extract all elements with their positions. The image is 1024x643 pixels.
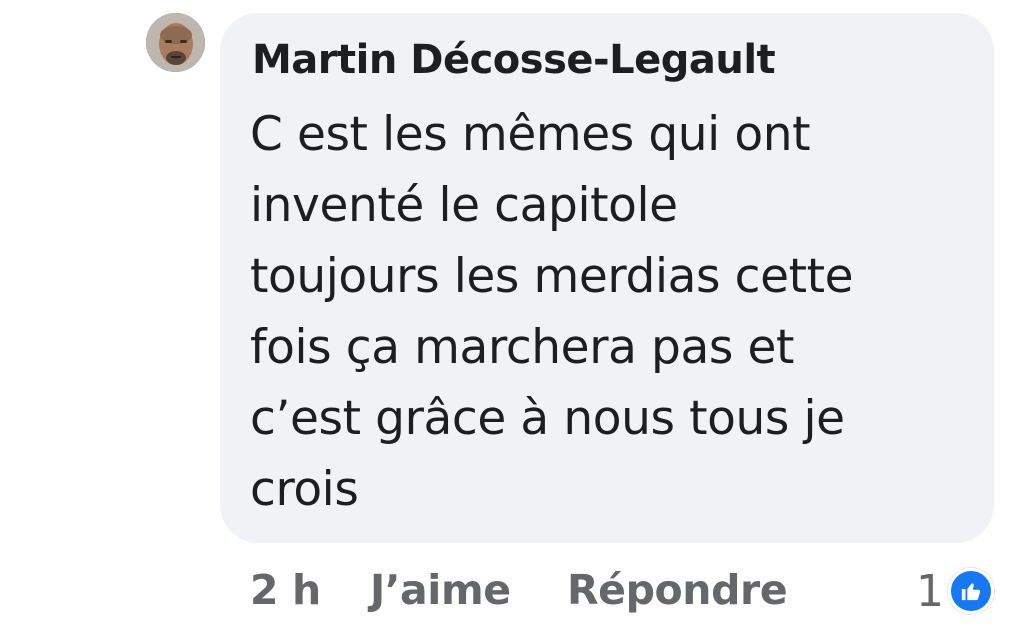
reply-button[interactable]: Répondre: [567, 566, 788, 614]
comment-text-line: inventé le capitole: [250, 178, 678, 233]
reaction-count: 1: [916, 565, 944, 617]
comment-timestamp[interactable]: 2 h: [250, 566, 321, 614]
like-button[interactable]: J’aime: [370, 566, 511, 614]
comment-text-line: crois: [250, 462, 359, 517]
comment-author[interactable]: Martin Décosse-Legault: [252, 37, 776, 83]
comment-text-line: c’est grâce à nous tous je: [250, 391, 845, 446]
comment-text-line: C est les mêmes qui ont: [250, 107, 811, 162]
comment-bubble: Martin Décosse-Legault C est les mêmes q…: [220, 13, 994, 543]
reactions-summary[interactable]: 1: [916, 565, 994, 617]
avatar-photo: [146, 13, 205, 72]
comment-actions: 2 h J’aime Répondre 1: [0, 566, 1024, 626]
comment-text: C est les mêmes qui ont inventé le capit…: [250, 99, 970, 525]
comment-text-line: fois ça marchera pas et: [250, 320, 795, 375]
comment: Martin Décosse-Legault C est les mêmes q…: [0, 0, 1024, 643]
avatar[interactable]: [146, 13, 205, 72]
thumbs-up-icon: [948, 568, 994, 614]
comment-text-line: toujours les merdias cette: [250, 249, 854, 304]
